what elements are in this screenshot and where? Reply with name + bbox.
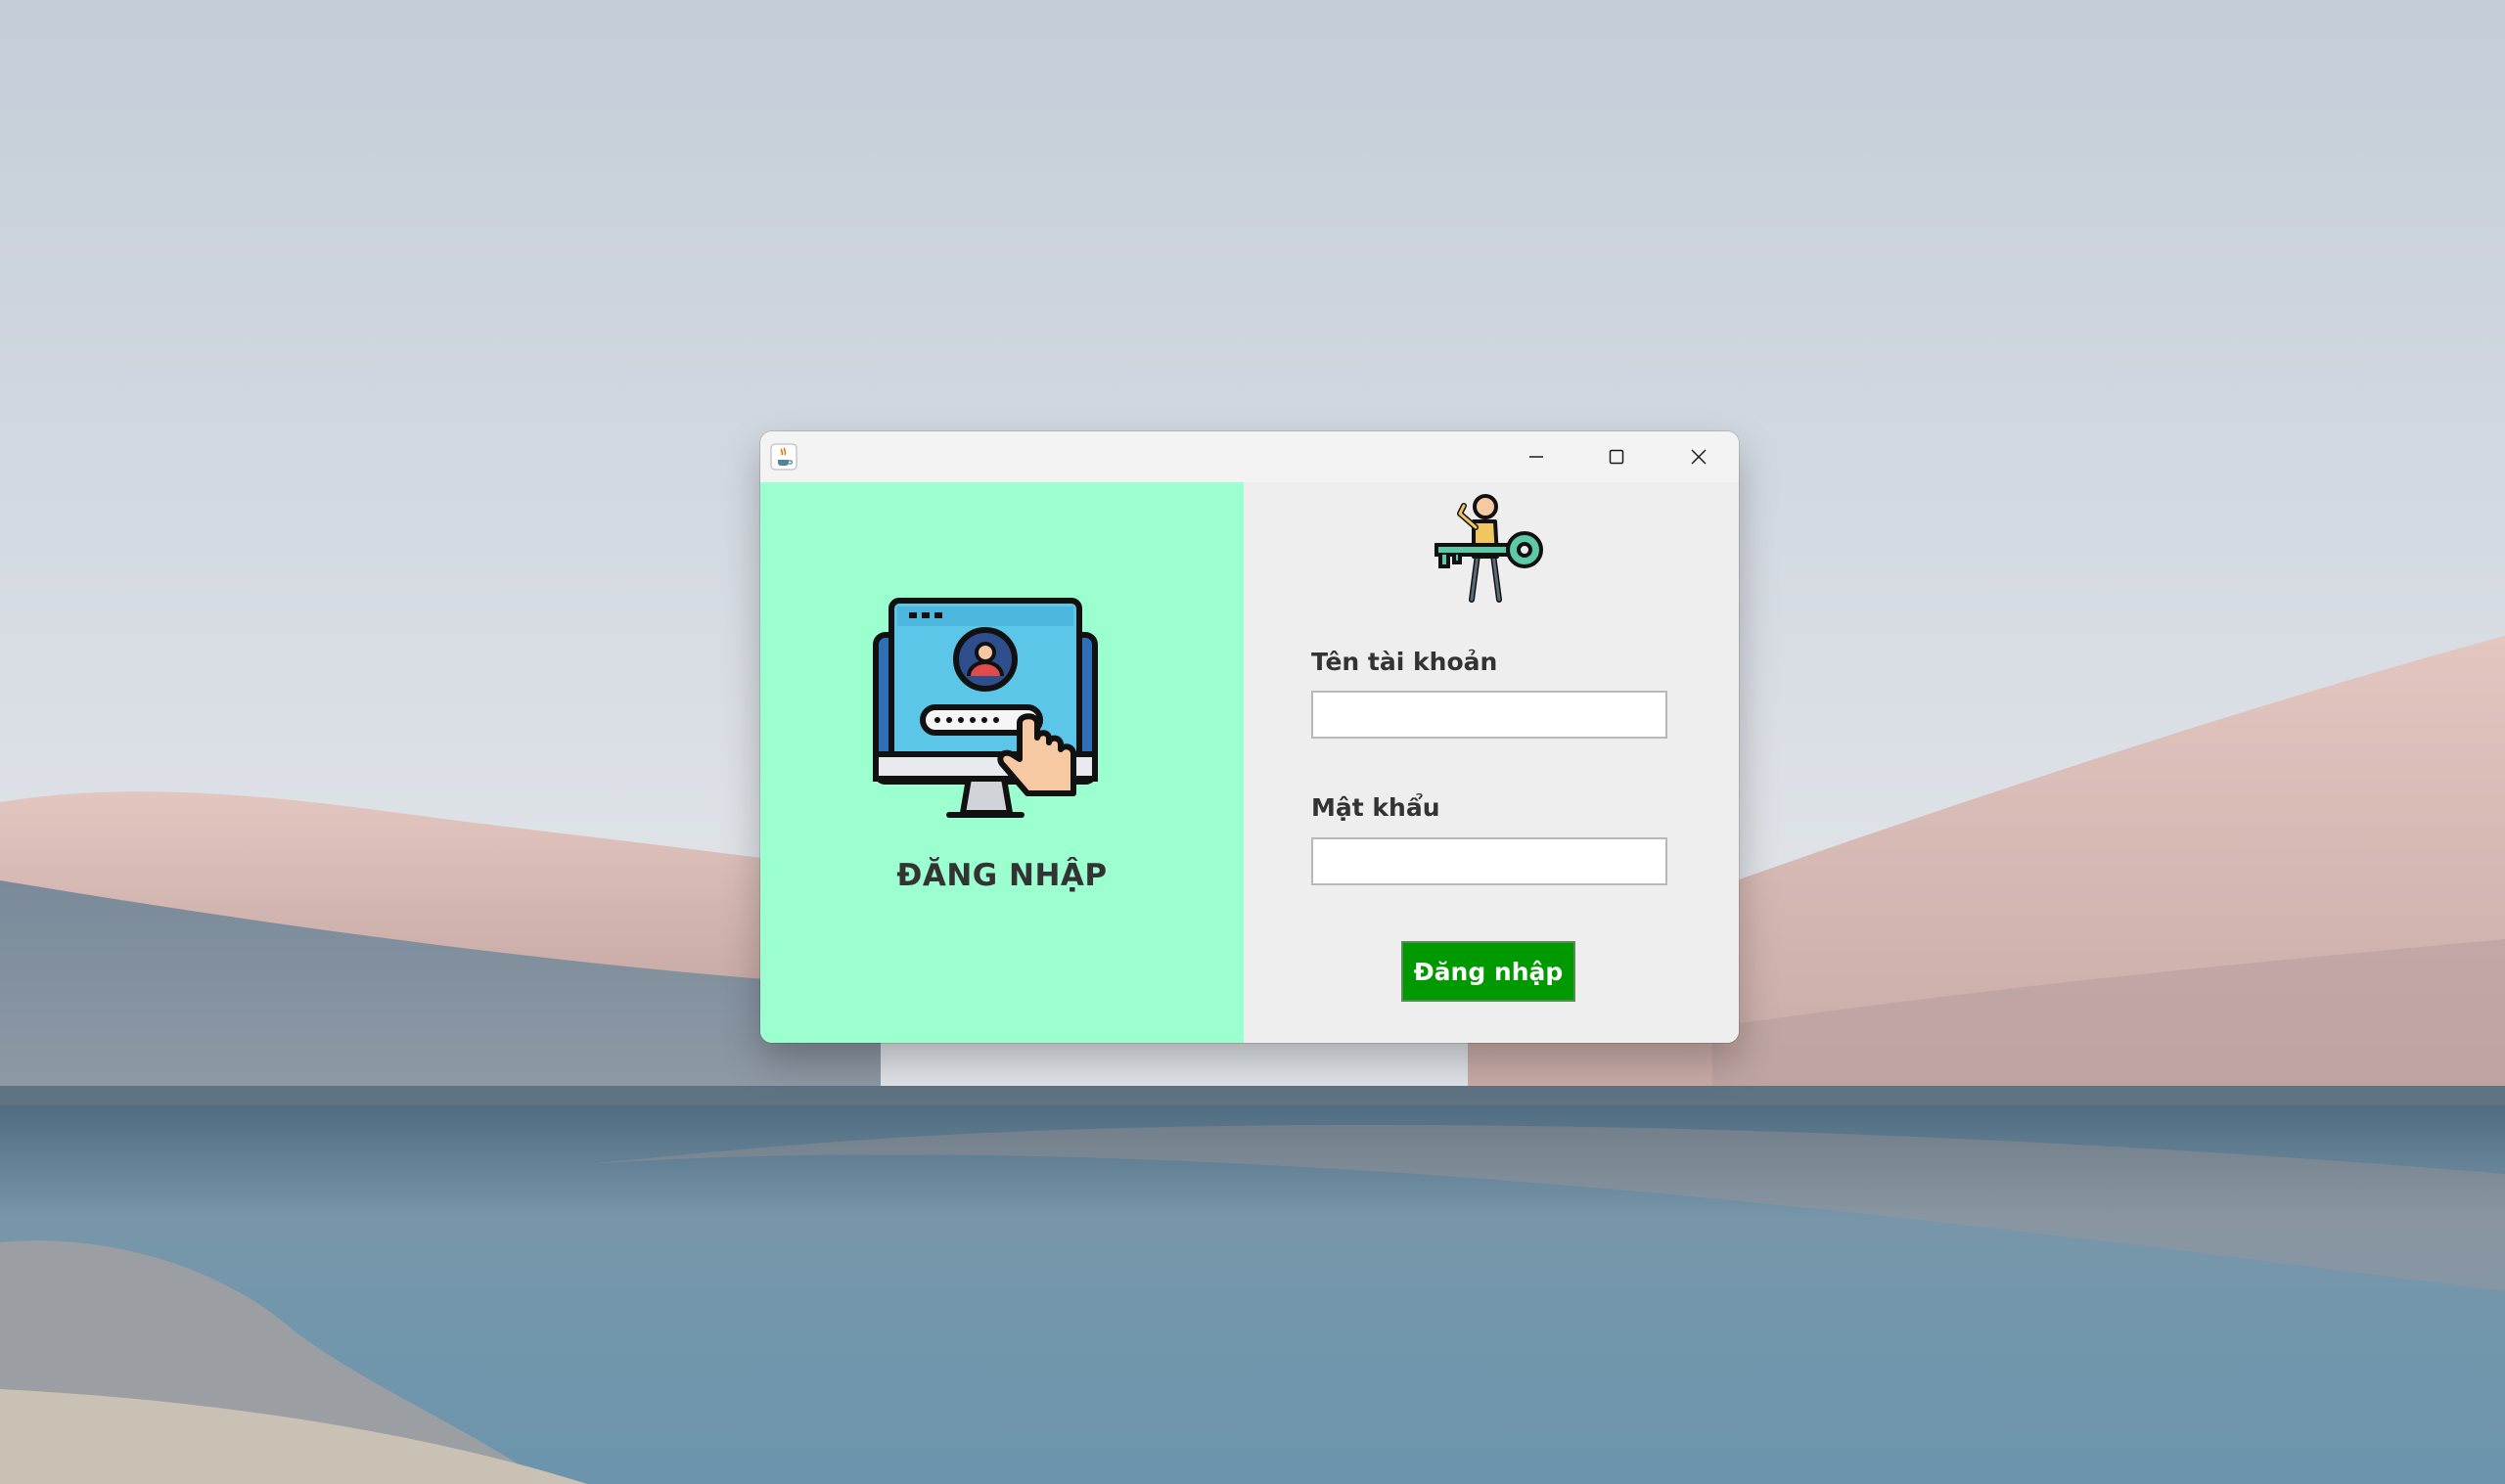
login-window: ĐĂNG NHẬP Tên tài khoản Mật khẩu Đăng nh…: [760, 431, 1739, 1043]
title-bar[interactable]: [760, 431, 1739, 482]
left-panel: ĐĂNG NHẬP: [760, 482, 1244, 1043]
password-input[interactable]: [1311, 837, 1667, 885]
person-key-icon: [1435, 494, 1543, 603]
login-title: ĐĂNG NHẬP: [896, 858, 1108, 893]
password-label: Mật khẩu: [1311, 793, 1440, 822]
right-panel: Tên tài khoản Mật khẩu Đăng nhập: [1244, 482, 1739, 1043]
close-icon: [1691, 449, 1707, 465]
username-input[interactable]: [1311, 691, 1667, 739]
close-button[interactable]: [1659, 431, 1739, 482]
login-submit-button[interactable]: Đăng nhập: [1401, 941, 1575, 1002]
maximize-button[interactable]: [1576, 431, 1657, 482]
maximize-icon: [1609, 449, 1624, 465]
java-coffee-icon: [770, 443, 797, 471]
minimize-button[interactable]: [1496, 431, 1576, 482]
minimize-icon: [1529, 456, 1543, 458]
monitor-login-icon: [873, 598, 1098, 818]
username-label: Tên tài khoản: [1311, 648, 1498, 676]
window-content: ĐĂNG NHẬP Tên tài khoản Mật khẩu Đăng nh…: [760, 482, 1739, 1043]
